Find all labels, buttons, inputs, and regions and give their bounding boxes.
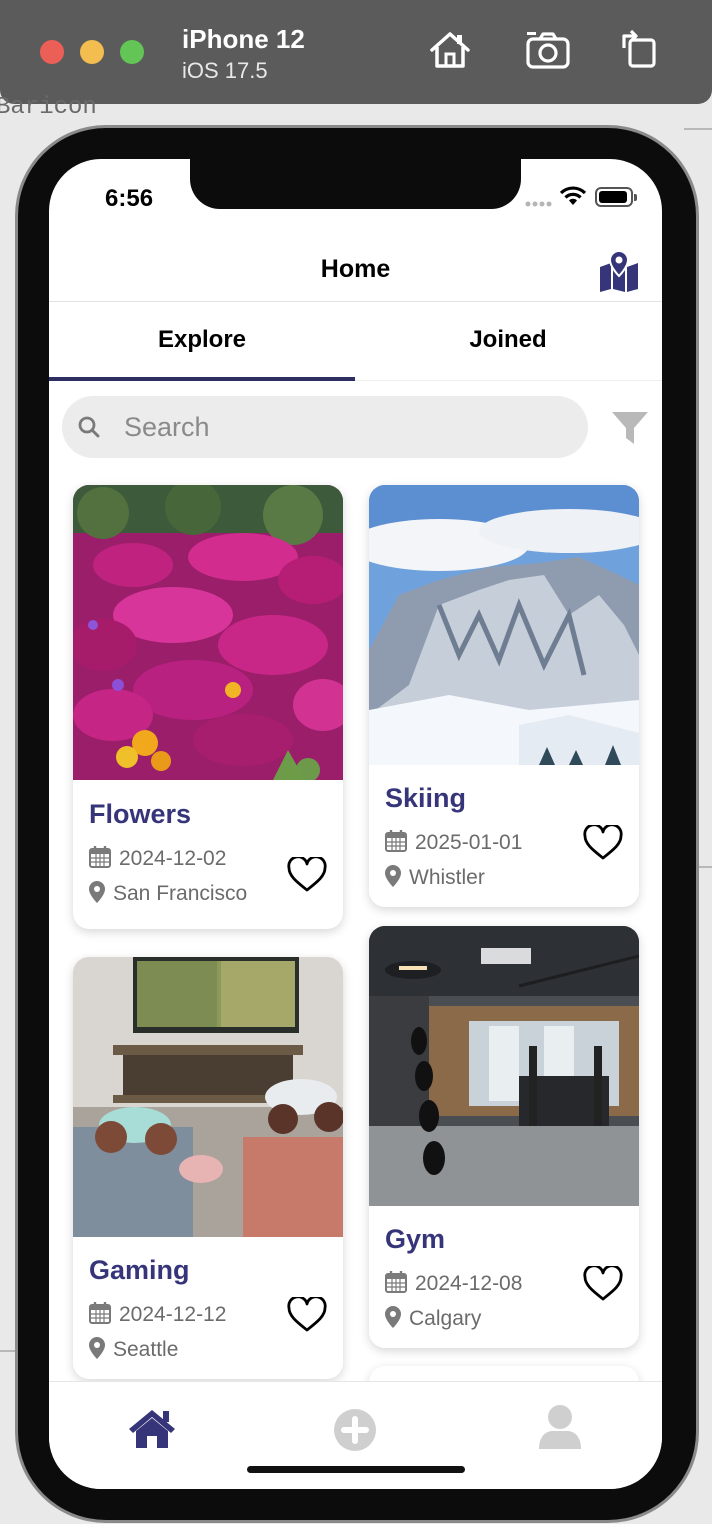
card-date: 2024-12-08 [385, 1271, 522, 1296]
heart-icon[interactable] [287, 857, 327, 893]
segment-tabs: Explore Joined [49, 303, 662, 381]
card-location: Calgary [385, 1306, 481, 1331]
home-icon[interactable] [127, 1407, 177, 1449]
zoom-window-button[interactable] [120, 40, 144, 64]
battery-icon [595, 187, 637, 207]
filter-icon[interactable] [611, 411, 649, 445]
card-location-text: Calgary [409, 1307, 482, 1330]
flowers-image [73, 485, 343, 780]
screenshot-icon[interactable] [524, 26, 572, 74]
user-icon[interactable] [537, 1404, 583, 1450]
plus-circle-icon[interactable] [333, 1408, 377, 1452]
location-pin-icon [385, 1306, 401, 1328]
card-date: 2024-12-12 [89, 1302, 226, 1327]
device-notch [190, 159, 521, 209]
activity-card[interactable]: Gym 2024-12-08 Calgary [369, 926, 639, 1348]
heart-icon[interactable] [583, 1266, 623, 1302]
minimize-window-button[interactable] [80, 40, 104, 64]
search-icon [78, 416, 100, 438]
activity-card[interactable]: Gaming 2024-12-12 Seattle [73, 957, 343, 1379]
card-location: San Francisco [89, 881, 247, 906]
card-date-text: 2024-12-02 [119, 847, 227, 870]
card-title: Gaming [89, 1255, 190, 1285]
card-title: Flowers [89, 799, 192, 829]
calendar-icon [385, 1271, 407, 1293]
skiing-image [369, 485, 639, 765]
simulator-toolbar: iPhone 12 iOS 17.5 [0, 0, 712, 104]
heart-icon[interactable] [287, 1297, 327, 1333]
heart-icon[interactable] [583, 825, 623, 861]
location-pin-icon [89, 881, 105, 903]
gym-image [369, 926, 639, 1206]
map-icon[interactable] [597, 249, 641, 293]
app-header: Home [49, 239, 662, 302]
card-title: Skiing [385, 783, 467, 813]
app-screen: 6:56 Home Explore Joined Search Flowers … [49, 159, 662, 1489]
card-title: Gym [385, 1224, 446, 1254]
tab-explore[interactable]: Explore [49, 303, 355, 381]
rotate-icon[interactable] [616, 26, 664, 74]
search-bar[interactable] [62, 396, 588, 458]
card-date-text: 2024-12-12 [119, 1303, 227, 1326]
close-window-button[interactable] [40, 40, 64, 64]
home-indicator [247, 1466, 465, 1473]
tab-joined[interactable]: Joined [355, 303, 661, 381]
activity-card[interactable]: Flowers 2024-12-02 San Francisco [73, 485, 343, 929]
status-time: 6:56 [105, 185, 154, 212]
card-location-text: Whistler [409, 866, 485, 889]
location-pin-icon [385, 865, 401, 887]
calendar-icon [89, 846, 111, 868]
location-pin-icon [89, 1337, 105, 1359]
card-date-text: 2024-12-08 [415, 1272, 523, 1295]
calendar-icon [89, 1302, 111, 1324]
gaming-image [73, 957, 343, 1237]
background-divider [684, 128, 712, 130]
background-editor-text: Baricon [0, 94, 97, 121]
card-location: Whistler [385, 865, 485, 890]
search-input[interactable] [124, 408, 564, 446]
home-icon[interactable] [426, 26, 474, 74]
card-location-text: San Francisco [113, 882, 248, 905]
cellular-signal-icon [525, 201, 552, 207]
wifi-icon [560, 186, 586, 205]
card-date: 2025-01-01 [385, 830, 522, 855]
page-title: Home [320, 255, 391, 283]
simulator-device-name: iPhone 12 [182, 24, 305, 54]
simulator-os-version: iOS 17.5 [182, 58, 268, 83]
card-date: 2024-12-02 [89, 846, 226, 871]
card-date-text: 2025-01-01 [415, 831, 523, 854]
activity-card[interactable]: Skiing 2025-01-01 Whistler [369, 485, 639, 907]
active-tab-indicator [49, 377, 355, 381]
calendar-icon [385, 830, 407, 852]
card-location-text: Seattle [113, 1338, 179, 1361]
background-divider [0, 1350, 18, 1352]
card-location: Seattle [89, 1337, 178, 1362]
